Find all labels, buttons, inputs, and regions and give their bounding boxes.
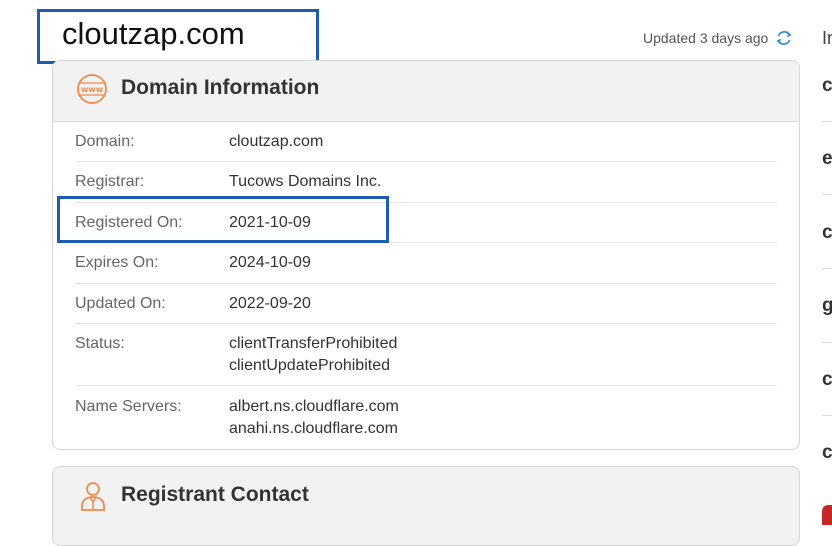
registrant-contact-card: Registrant Contact [52, 466, 800, 546]
row-label: Name Servers: [75, 398, 182, 415]
status-value: clientTransferProhibited [229, 335, 398, 352]
divider [822, 121, 832, 122]
svg-text:www: www [81, 85, 104, 94]
right-column-peek: In c e c g c c [818, 0, 832, 525]
registered-on-highlight [57, 196, 389, 243]
right-column-item[interactable]: c [822, 442, 832, 464]
row-value: 2022-09-20 [229, 295, 311, 312]
row-expires-on: Expires On: 2024-10-09 [75, 243, 777, 284]
red-badge [822, 505, 832, 525]
person-icon [80, 480, 106, 512]
card-header: www Domain Information [53, 61, 799, 122]
updated-text: Updated 3 days ago [643, 30, 769, 46]
row-label: Expires On: [75, 254, 159, 271]
right-column-item[interactable]: g [822, 295, 832, 317]
www-icon: www [76, 73, 108, 105]
domain-title: cloutzap.com [62, 16, 245, 51]
updated-indicator: Updated 3 days ago [643, 29, 793, 47]
row-value: cloutzap.com [229, 133, 324, 150]
card-title: Registrant Contact [121, 483, 309, 506]
divider [822, 268, 832, 269]
row-updated-on: Updated On: 2022-09-20 [75, 284, 777, 324]
row-status: Status: clientTransferProhibited clientU… [75, 324, 777, 386]
row-label: Status: [75, 335, 125, 352]
row-value: 2024-10-09 [229, 254, 311, 271]
divider [822, 194, 832, 195]
domain-title-box: cloutzap.com [37, 9, 319, 64]
right-column-item[interactable]: c [822, 369, 832, 391]
divider [822, 415, 832, 416]
row-name-servers: Name Servers: albert.ns.cloudflare.com a… [75, 386, 777, 448]
domain-info-table: Domain: cloutzap.com Registrar: Tucows D… [75, 122, 777, 448]
row-label: Updated On: [75, 295, 166, 312]
refresh-icon[interactable] [775, 29, 793, 47]
right-column-item[interactable]: c [822, 222, 832, 244]
right-column-heading: In [822, 28, 832, 48]
name-server-link[interactable]: anahi.ns.cloudflare.com [229, 418, 399, 440]
name-server-link[interactable]: albert.ns.cloudflare.com [229, 396, 399, 418]
row-value: albert.ns.cloudflare.com anahi.ns.cloudf… [229, 396, 399, 440]
domain-information-card: www Domain Information Domain: cloutzap.… [52, 60, 800, 450]
right-column-item[interactable]: e [822, 148, 832, 170]
card-title: Domain Information [121, 76, 320, 99]
row-label: Domain: [75, 133, 135, 150]
row-label: Registrar: [75, 173, 145, 190]
divider [822, 342, 832, 343]
status-value: clientUpdateProhibited [229, 357, 390, 374]
row-domain: Domain: cloutzap.com [75, 122, 777, 162]
row-value: Tucows Domains Inc. [229, 173, 382, 190]
right-column-item[interactable]: c [822, 75, 832, 97]
row-value: clientTransferProhibited clientUpdatePro… [229, 333, 397, 377]
